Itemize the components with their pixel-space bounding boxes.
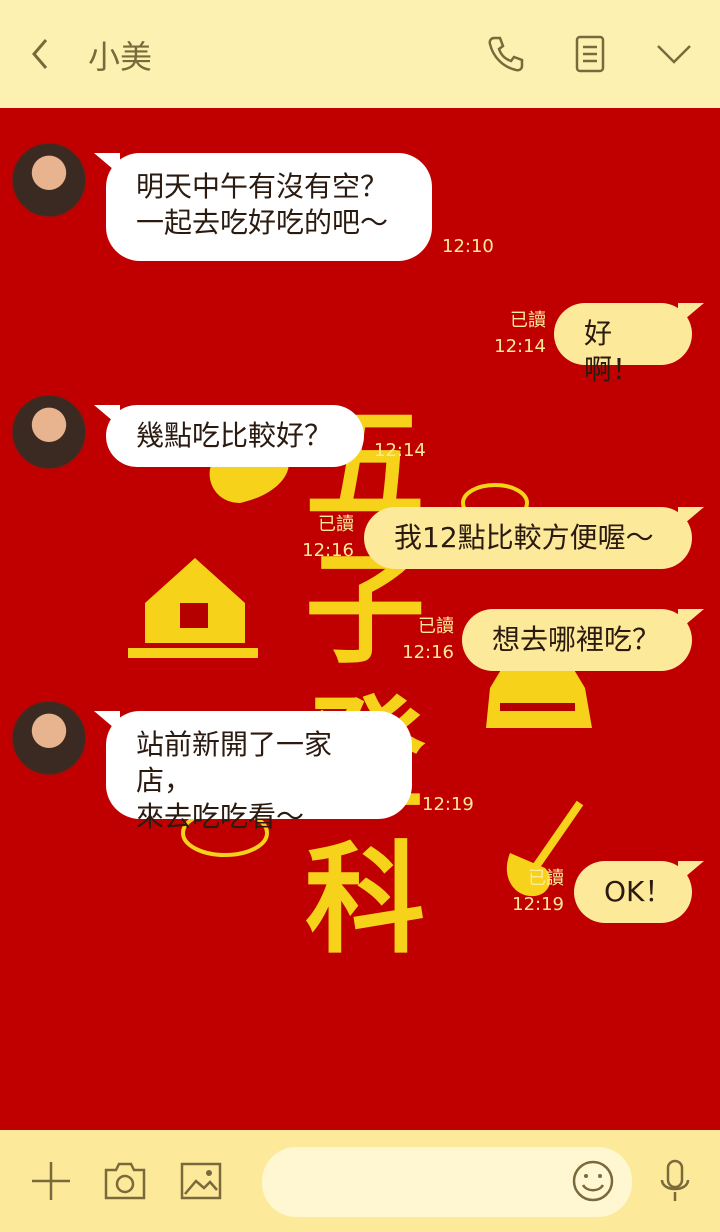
message-toolbar <box>0 1130 720 1232</box>
plus-icon[interactable] <box>26 1156 76 1206</box>
phone-icon[interactable] <box>484 32 528 76</box>
theme-characters: 五 子 登 科 <box>300 393 430 973</box>
outgoing-message-bubble[interactable]: 我12點比較方便喔～ <box>364 507 704 569</box>
image-icon[interactable] <box>176 1156 226 1206</box>
incoming-message-bubble[interactable]: 站前新開了一家店， 來去吃吃看～ <box>94 711 412 833</box>
message-text: 想去哪裡吃？ <box>492 623 661 656</box>
message-text: OK！ <box>604 875 673 908</box>
message-time: 12:19 <box>422 794 474 815</box>
message-text-line: 明天中午有沒有空？ <box>136 170 389 203</box>
message-meta: 已讀 12:14 <box>490 308 546 360</box>
read-receipt: 已讀 <box>318 514 354 535</box>
message-time: 12:14 <box>374 440 426 461</box>
read-receipt: 已讀 <box>418 616 454 637</box>
microphone-icon[interactable] <box>650 1156 700 1206</box>
chat-area[interactable]: 五 子 登 科 明天中午有沒有空？ 一起去吃好吃的吧～ 12:10 已讀 12:… <box>0 108 720 1130</box>
emoji-icon[interactable] <box>568 1156 618 1206</box>
message-text: 好啊！ <box>584 317 641 386</box>
message-meta: 已讀 12:16 <box>298 512 354 564</box>
read-receipt: 已讀 <box>510 310 546 331</box>
message-time: 12:14 <box>494 336 546 357</box>
chevron-down-icon[interactable] <box>652 32 696 76</box>
message-time: 12:19 <box>512 894 564 915</box>
message-text-line: 站前新開了一家店， <box>136 728 333 797</box>
message-time: 12:16 <box>402 642 454 663</box>
message-text-line: 一起去吃好吃的吧～ <box>136 206 389 239</box>
message-meta: 已讀 12:19 <box>508 866 564 918</box>
house-icon <box>128 558 258 658</box>
back-icon[interactable] <box>26 34 56 74</box>
theme-char-4: 科 <box>305 831 425 970</box>
outgoing-message-bubble[interactable]: OK！ <box>574 861 704 923</box>
message-time: 12:10 <box>442 236 494 257</box>
outgoing-message-bubble[interactable]: 想去哪裡吃？ <box>462 609 704 671</box>
incoming-message-bubble[interactable]: 幾點吃比較好？ <box>94 405 364 467</box>
avatar[interactable] <box>12 143 86 217</box>
message-time: 12:16 <box>302 540 354 561</box>
incoming-message-bubble[interactable]: 明天中午有沒有空？ 一起去吃好吃的吧～ <box>94 153 432 261</box>
outgoing-message-bubble[interactable]: 好啊！ <box>554 303 704 386</box>
read-receipt: 已讀 <box>528 868 564 889</box>
chat-header: 小美 <box>0 0 720 108</box>
message-text-line: 來去吃吃看～ <box>136 800 305 833</box>
camera-icon[interactable] <box>100 1156 150 1206</box>
chat-title: 小美 <box>88 38 153 76</box>
notes-icon[interactable] <box>568 32 612 76</box>
message-meta: 已讀 12:16 <box>398 614 454 666</box>
message-text: 幾點吃比較好？ <box>136 419 333 452</box>
avatar[interactable] <box>12 701 86 775</box>
message-text: 我12點比較方便喔～ <box>394 521 654 554</box>
avatar[interactable] <box>12 395 86 469</box>
car-icon <box>486 663 592 728</box>
